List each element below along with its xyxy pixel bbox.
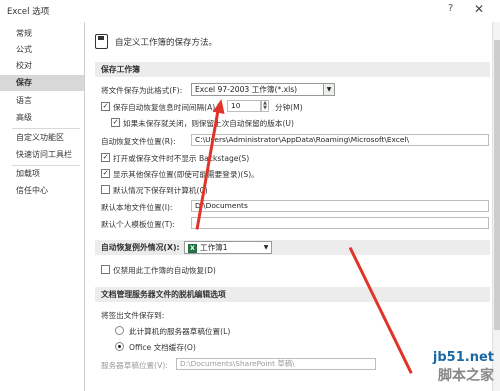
show-more-locations-label: 显示其他保存位置(即使可能需要登录)(S)。 (113, 170, 259, 179)
default-computer-label: 默认情况下保存到计算机(C) (113, 186, 208, 195)
workbook-select[interactable]: X 工作簿1 ▼ (184, 241, 272, 254)
section-offline-editing: 文档管理服务器文件的脱机编辑选项 (95, 287, 490, 302)
disable-autorecover-label: 仅禁用此工作簿的自动恢复(D) (113, 266, 216, 275)
server-drafts-option-label: 此计算机的服务器草稿位置(L) (129, 327, 231, 336)
sidebar-item-customize-ribbon[interactable]: 自定义功能区 (0, 130, 84, 146)
close-button[interactable]: ✕ (474, 2, 484, 16)
excel-icon: X (188, 243, 197, 253)
office-cache-radio[interactable] (115, 342, 124, 351)
watermark-site: jb51.net (432, 350, 494, 365)
format-value: Excel 97-2003 工作簿(*.xls) (195, 85, 298, 94)
disable-autorecover-checkbox[interactable] (101, 265, 110, 274)
sidebar-item-quick-access-toolbar[interactable]: 快速访问工具栏 (0, 147, 84, 163)
page-title: 自定义工作簿的保存方法。 (115, 38, 218, 48)
minutes-spinner[interactable]: ▲ ▼ (261, 100, 269, 112)
watermark: jb51.net 脚本之家 (433, 350, 494, 385)
chevron-down-icon: ▼ (261, 242, 271, 253)
scrollbar[interactable] (492, 22, 500, 391)
window-title: Excel 选项 (7, 7, 50, 17)
autorecover-checkbox[interactable]: ✓ (101, 102, 110, 111)
sidebar-item-formulas[interactable]: 公式 (0, 42, 84, 58)
server-drafts-location-input[interactable]: D:\Documents\SharePoint 草稿\ (176, 358, 376, 370)
show-more-locations-checkbox[interactable]: ✓ (101, 169, 110, 178)
main-panel: 自定义工作簿的保存方法。 保存工作簿 将文件保存为此格式(F): Excel 9… (85, 22, 500, 391)
save-icon (95, 34, 108, 49)
sidebar-item-add-ins[interactable]: 加载项 (0, 166, 84, 182)
sidebar-item-advanced[interactable]: 高级 (0, 110, 84, 126)
format-select[interactable]: Excel 97-2003 工作簿(*.xls) ▼ (191, 83, 335, 96)
autorecover-label: 保存自动恢复信息时间间隔(A) (113, 103, 216, 112)
personal-templates-input[interactable] (191, 217, 489, 229)
sidebar-item-general[interactable]: 常规 (0, 26, 84, 42)
sidebar-item-proofing[interactable]: 校对 (0, 58, 84, 74)
personal-templates-label: 默认个人模板位置(T): (101, 220, 175, 229)
default-local-input[interactable]: D:\Documents (191, 200, 489, 212)
server-drafts-radio[interactable] (115, 326, 124, 335)
title-bar: Excel 选项 ? ✕ (0, 0, 500, 23)
format-label: 将文件保存为此格式(F): (101, 86, 183, 95)
watermark-site-name: 脚本之家 (438, 368, 494, 384)
minutes-label: 分钟(M) (275, 103, 303, 112)
office-cache-option-label: Office 文档缓存(O) (129, 343, 196, 352)
no-backstage-checkbox[interactable]: ✓ (101, 153, 110, 162)
autorecover-minutes-input[interactable]: 10 (227, 100, 261, 112)
help-button[interactable]: ? (448, 3, 453, 14)
keep-last-version-label: 如果未保存就关闭，则保留上次自动保留的版本(U) (123, 119, 294, 128)
sidebar-item-trust-center[interactable]: 信任中心 (0, 183, 84, 199)
section-save-workbooks: 保存工作簿 (95, 62, 490, 77)
autorecover-location-label: 自动恢复文件位置(R): (101, 137, 176, 146)
save-checked-out-label: 将签出文件保存到: (101, 311, 165, 320)
default-local-label: 默认本地文件位置(I): (101, 203, 173, 212)
autorecover-location-input[interactable]: C:\Users\Administrator\AppData\Roaming\M… (191, 134, 489, 146)
autorecover-exceptions-label: 自动恢复例外情况(X): (101, 243, 180, 252)
section-autorecover-exceptions: 自动恢复例外情况(X): (95, 240, 490, 255)
sidebar: 常规 公式 校对 保存 语言 高级 自定义功能区 快速访问工具栏 加载项 信任中… (0, 22, 85, 391)
keep-last-version-checkbox[interactable]: ✓ (111, 118, 120, 127)
server-drafts-location-label: 服务器草稿位置(V): (101, 361, 168, 370)
workbook-value: 工作簿1 (200, 243, 228, 252)
sidebar-divider (12, 128, 80, 129)
chevron-down-icon: ▼ (323, 84, 334, 95)
sidebar-item-save[interactable]: 保存 (0, 75, 84, 91)
default-computer-checkbox[interactable] (101, 185, 110, 194)
scrollbar-thumb[interactable] (494, 40, 500, 330)
sidebar-item-language[interactable]: 语言 (0, 93, 84, 109)
no-backstage-label: 打开或保存文件时不显示 Backstage(S) (113, 154, 250, 163)
